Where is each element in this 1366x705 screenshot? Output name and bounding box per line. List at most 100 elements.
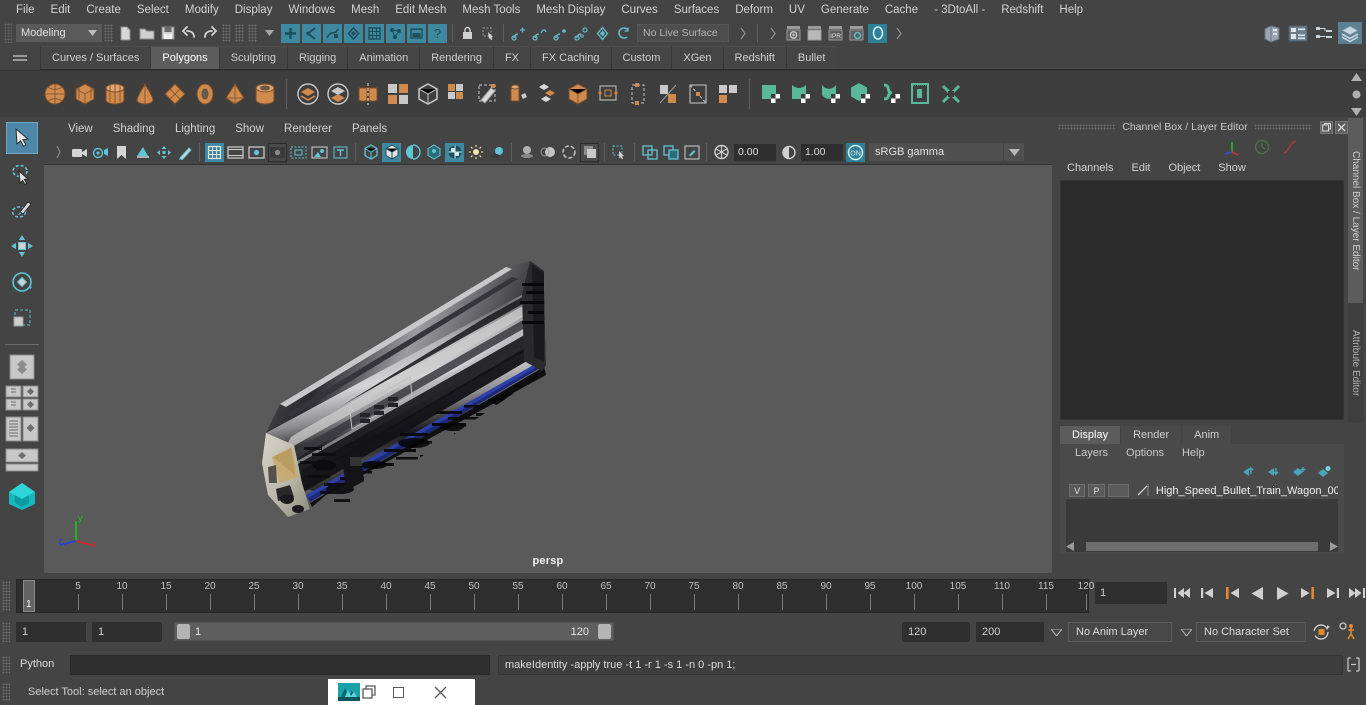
boolean-icon[interactable]: [413, 77, 443, 111]
step-forward-frame-icon[interactable]: [1297, 581, 1317, 605]
time-slider-grip[interactable]: [2, 581, 10, 611]
step-forward-keyframe-icon[interactable]: [1322, 581, 1342, 605]
shelf-tab-animation[interactable]: Animation: [347, 46, 420, 69]
append-icon[interactable]: [563, 77, 593, 111]
uv-planar-icon[interactable]: [786, 77, 816, 111]
make-live-icon[interactable]: [614, 24, 633, 43]
animation-preferences-icon[interactable]: [1338, 622, 1358, 641]
save-scene-icon[interactable]: [158, 24, 177, 43]
poly-sphere-icon[interactable]: [40, 77, 70, 111]
mirror-icon[interactable]: [353, 77, 383, 111]
rotate-tool-button[interactable]: [6, 266, 38, 298]
ambient-occlusion-icon[interactable]: [517, 143, 536, 162]
ipr-render-icon[interactable]: IPR: [826, 24, 845, 43]
menu-generate[interactable]: Generate: [813, 1, 877, 19]
clock-icon[interactable]: [1254, 139, 1270, 155]
anim-layer-field[interactable]: No Anim Layer: [1068, 622, 1172, 642]
hypergraph-persp-layout-button[interactable]: [5, 446, 39, 474]
menu-select[interactable]: Select: [129, 1, 177, 19]
menu-curves[interactable]: Curves: [613, 1, 665, 19]
menu-redshift[interactable]: Redshift: [993, 1, 1051, 19]
menu-modify[interactable]: Modify: [177, 1, 227, 19]
channelbox-menu-channels[interactable]: Channels: [1058, 160, 1122, 176]
depth-peeling-icon[interactable]: [580, 142, 599, 162]
select-dynamics-icon[interactable]: [386, 23, 405, 43]
menu-mesh-display[interactable]: Mesh Display: [528, 1, 613, 19]
offset-edge-loop-icon[interactable]: [683, 77, 713, 111]
menu-cache[interactable]: Cache: [877, 1, 926, 19]
grease-pencil-icon[interactable]: [175, 143, 194, 162]
restore-window-icon[interactable]: [362, 684, 377, 700]
layer-color-swatch[interactable]: [1107, 484, 1129, 497]
menu-surfaces[interactable]: Surfaces: [666, 1, 727, 19]
crease-icon[interactable]: [713, 77, 743, 111]
close-window-icon[interactable]: [419, 686, 461, 699]
bookmark-icon[interactable]: [112, 143, 131, 162]
menu-mesh[interactable]: Mesh: [343, 1, 387, 19]
new-layer-from-selected-icon[interactable]: [1316, 465, 1332, 478]
redo-render-icon[interactable]: [805, 24, 824, 43]
resolution-gate-icon[interactable]: [247, 143, 266, 162]
step-back-frame-icon[interactable]: [1222, 581, 1242, 605]
shelf-tab-sculpting[interactable]: Sculpting: [218, 46, 287, 69]
command-input[interactable]: [70, 655, 490, 675]
playback-range-bar[interactable]: 1 120: [174, 622, 614, 641]
select-by-hierarchy-icon[interactable]: [281, 23, 300, 43]
toggle-xray-active-icon[interactable]: [661, 143, 680, 162]
viewport-menu-lighting[interactable]: Lighting: [165, 121, 225, 137]
texture-shading-icon[interactable]: [424, 143, 443, 162]
range-slider-grip[interactable]: [2, 622, 10, 642]
range-end-handle[interactable]: [598, 624, 611, 639]
color-management-toggle-icon[interactable]: ON: [846, 142, 865, 162]
viewport-menu-view[interactable]: View: [58, 121, 103, 137]
texture-map-icon[interactable]: [445, 142, 464, 162]
anim-end-time-field[interactable]: 200: [976, 622, 1044, 642]
render-settings-icon[interactable]: [847, 24, 866, 43]
panel-grip-left[interactable]: [1058, 124, 1117, 130]
menu-set-selector[interactable]: Modeling: [16, 24, 102, 42]
move-layer-down-icon[interactable]: [1266, 465, 1282, 478]
poly-cone-icon[interactable]: [130, 77, 160, 111]
auto-keyframe-icon[interactable]: [1312, 623, 1331, 641]
scroll-thumb[interactable]: [1086, 542, 1318, 551]
channelbox-menu-edit[interactable]: Edit: [1122, 160, 1159, 176]
node-editor-icon[interactable]: [1312, 22, 1336, 44]
toolbar-grip-1[interactable]: [104, 24, 113, 42]
menu-help[interactable]: Help: [1051, 1, 1091, 19]
lock-selection-icon[interactable]: [458, 24, 477, 43]
paint-select-tool-button[interactable]: [6, 194, 38, 226]
shelf-tab-rigging[interactable]: Rigging: [286, 46, 348, 69]
time-slider[interactable]: 1 5 10 15 20 25 30 35 40 45 50 55 60 65 …: [16, 579, 1094, 613]
shelf-tab-curves-surfaces[interactable]: Curves / Surfaces: [40, 46, 151, 69]
snap-to-projected-center-icon[interactable]: [572, 24, 591, 43]
menu-3dtoall[interactable]: - 3DtoAll -: [926, 1, 993, 19]
layer-tab-display[interactable]: Display: [1060, 426, 1121, 444]
redo-icon[interactable]: [200, 24, 219, 43]
history-chevron2-icon[interactable]: [763, 24, 782, 43]
layer-row[interactable]: V P High_Speed_Bullet_Train_Wagon_002: [1066, 482, 1338, 499]
selection-mask-chevron-icon[interactable]: [260, 24, 279, 43]
four-view-layout-button[interactable]: [5, 384, 39, 412]
help-line-grip[interactable]: [2, 683, 10, 701]
command-line-grip[interactable]: [2, 656, 10, 674]
gamma-icon[interactable]: [779, 143, 798, 162]
hypershade-icon[interactable]: [1260, 22, 1284, 44]
viewport-menu-shading[interactable]: Shading: [103, 121, 165, 137]
layer-list[interactable]: V P High_Speed_Bullet_Train_Wagon_002: [1066, 482, 1338, 542]
select-tool-button[interactable]: [6, 122, 38, 154]
maximize-window-icon[interactable]: [377, 686, 419, 698]
undo-icon[interactable]: [179, 24, 198, 43]
viewport-menu-panels[interactable]: Panels: [342, 121, 397, 137]
menu-windows[interactable]: Windows: [280, 1, 343, 19]
exposure-icon[interactable]: [712, 143, 731, 162]
viewport-grip-icon[interactable]: [49, 143, 68, 162]
character-set-dropdown-icon[interactable]: [1178, 622, 1194, 642]
new-layer-icon[interactable]: [1291, 465, 1307, 478]
anim-layer-dropdown-icon[interactable]: [1048, 622, 1064, 642]
select-by-component-icon[interactable]: [323, 23, 342, 43]
shelf-tab-xgen[interactable]: XGen: [671, 46, 723, 69]
shelf-tab-fx-caching[interactable]: FX Caching: [530, 46, 611, 69]
uv-unfold-icon[interactable]: [876, 77, 906, 111]
lasso-select-tool-button[interactable]: [6, 158, 38, 190]
extrude-icon[interactable]: [443, 77, 473, 111]
